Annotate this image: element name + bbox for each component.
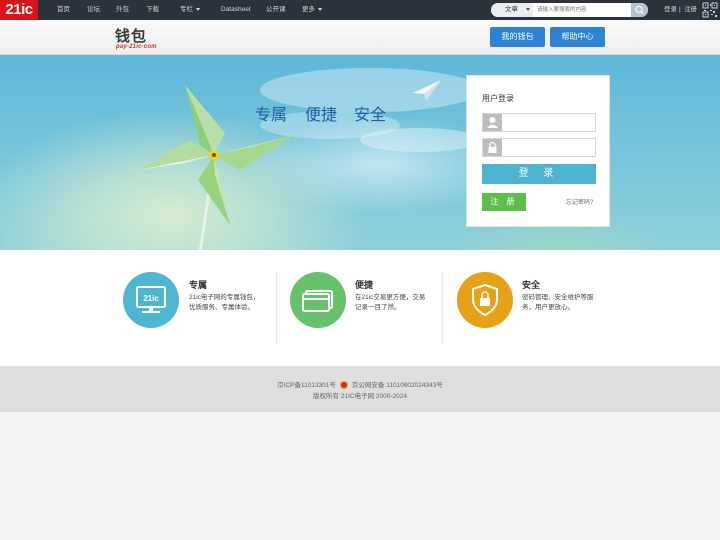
nav-item-datasheet[interactable]: Datasheet	[221, 0, 251, 20]
police-record[interactable]: 京公网安备 11010802024343号	[352, 382, 443, 389]
monitor-icon: 21ic	[136, 286, 166, 313]
login-button[interactable]: 登 录	[482, 164, 596, 184]
footer-copyright: 版权所有 21IC电子网 2000-2024	[313, 393, 407, 400]
search-type-label: 文章	[505, 6, 518, 13]
forgot-password-link[interactable]: 忘记密码?	[566, 197, 593, 206]
lock-shield-icon	[472, 283, 498, 317]
nav-item-more-label: 更多	[302, 6, 315, 13]
slogan-exclusive: 专属	[255, 107, 288, 124]
nav-item-home[interactable]: 首页	[57, 0, 70, 20]
nav-item-open-course[interactable]: 公开课	[266, 0, 286, 20]
monitor-icon-text: 21ic	[143, 294, 159, 303]
site-footer: 京ICP备11013301号 京公网安备 11010802024343号 版权所有…	[0, 366, 720, 412]
password-input[interactable]	[505, 140, 593, 155]
nav-item-outsourcing[interactable]: 外包	[116, 0, 129, 20]
chevron-down-icon	[526, 7, 530, 11]
help-center-button[interactable]: 帮助中心	[550, 27, 605, 47]
chevron-down-icon	[318, 7, 322, 11]
feature-divider	[442, 272, 443, 344]
footer-registration: 京ICP备11013301号 京公网安备 11010802024343号	[0, 379, 720, 390]
my-wallet-button[interactable]: 我的钱包	[490, 27, 545, 47]
feature-exclusive-title: 专属	[189, 280, 208, 290]
search-input[interactable]	[535, 3, 627, 17]
qr-code-icon[interactable]	[702, 2, 718, 18]
feature-secure-title: 安全	[522, 280, 541, 290]
nav-item-column[interactable]: 专栏	[180, 0, 200, 20]
nav-item-more[interactable]: 更多	[302, 0, 322, 20]
chevron-down-icon	[196, 7, 200, 11]
register-link[interactable]: 注册	[684, 0, 697, 20]
wallet-header: 钱包 pay-21ic-com 我的钱包 帮助中心	[0, 20, 720, 55]
slogan-secure: 安全	[354, 107, 387, 124]
login-link[interactable]: 登录	[664, 0, 677, 20]
search-type-select[interactable]: 文章	[491, 3, 533, 17]
search-button[interactable]	[631, 3, 648, 17]
slogan-convenient: 便捷	[305, 107, 338, 124]
wallet-logo-domain: pay-21ic-com	[116, 44, 157, 50]
login-panel: 用户登录 登 录 注 册 忘记密码?	[466, 75, 610, 227]
police-badge-icon	[339, 381, 348, 390]
nav-item-forum[interactable]: 论坛	[87, 0, 100, 20]
register-button[interactable]: 注 册	[482, 193, 526, 211]
username-field-wrapper	[482, 113, 596, 132]
top-nav-bar: 21ic 首页 论坛 外包 下载 专栏 Datasheet 公开课 更多 文章 …	[0, 0, 720, 20]
feature-exclusive-badge: 21ic	[123, 272, 179, 328]
hero-banner: 专属 便捷 安全	[0, 55, 720, 250]
feature-convenient-badge	[290, 272, 346, 328]
feature-convenient-title: 便捷	[355, 280, 374, 290]
user-icon	[483, 114, 502, 131]
wallet-logo-text: 钱包	[115, 28, 148, 45]
feature-exclusive-desc: 21ic电子网的专属钱包，优质服务、专属体验。	[189, 294, 260, 311]
feature-divider	[276, 272, 277, 344]
feature-convenient-desc: 在21ic交易更方便，交易记录一目了然。	[355, 294, 426, 311]
wallet-logo[interactable]: 钱包 pay-21ic-com	[115, 25, 175, 51]
icp-number[interactable]: 京ICP备11013301号	[277, 382, 336, 389]
paper-plane-icon	[413, 80, 441, 101]
topbar-separator: |	[679, 6, 681, 13]
login-title: 用户登录	[482, 94, 514, 103]
nav-item-download[interactable]: 下载	[146, 0, 159, 20]
lock-icon	[483, 139, 502, 156]
password-field-wrapper	[482, 138, 596, 157]
site-logo[interactable]: 21ic	[0, 0, 38, 20]
feature-secure-desc: 密码管理、安全维护等服务，用户更放心。	[522, 294, 594, 311]
cards-icon	[302, 290, 333, 312]
features-section: 21ic 专属 21ic电子网的专属钱包，优质服务、专属体验。 便捷 在21ic…	[0, 250, 720, 366]
search-box: 文章	[491, 3, 648, 17]
search-icon	[635, 5, 644, 15]
feature-secure-badge	[457, 272, 513, 328]
nav-item-column-label: 专栏	[180, 6, 193, 13]
username-input[interactable]	[505, 115, 593, 130]
